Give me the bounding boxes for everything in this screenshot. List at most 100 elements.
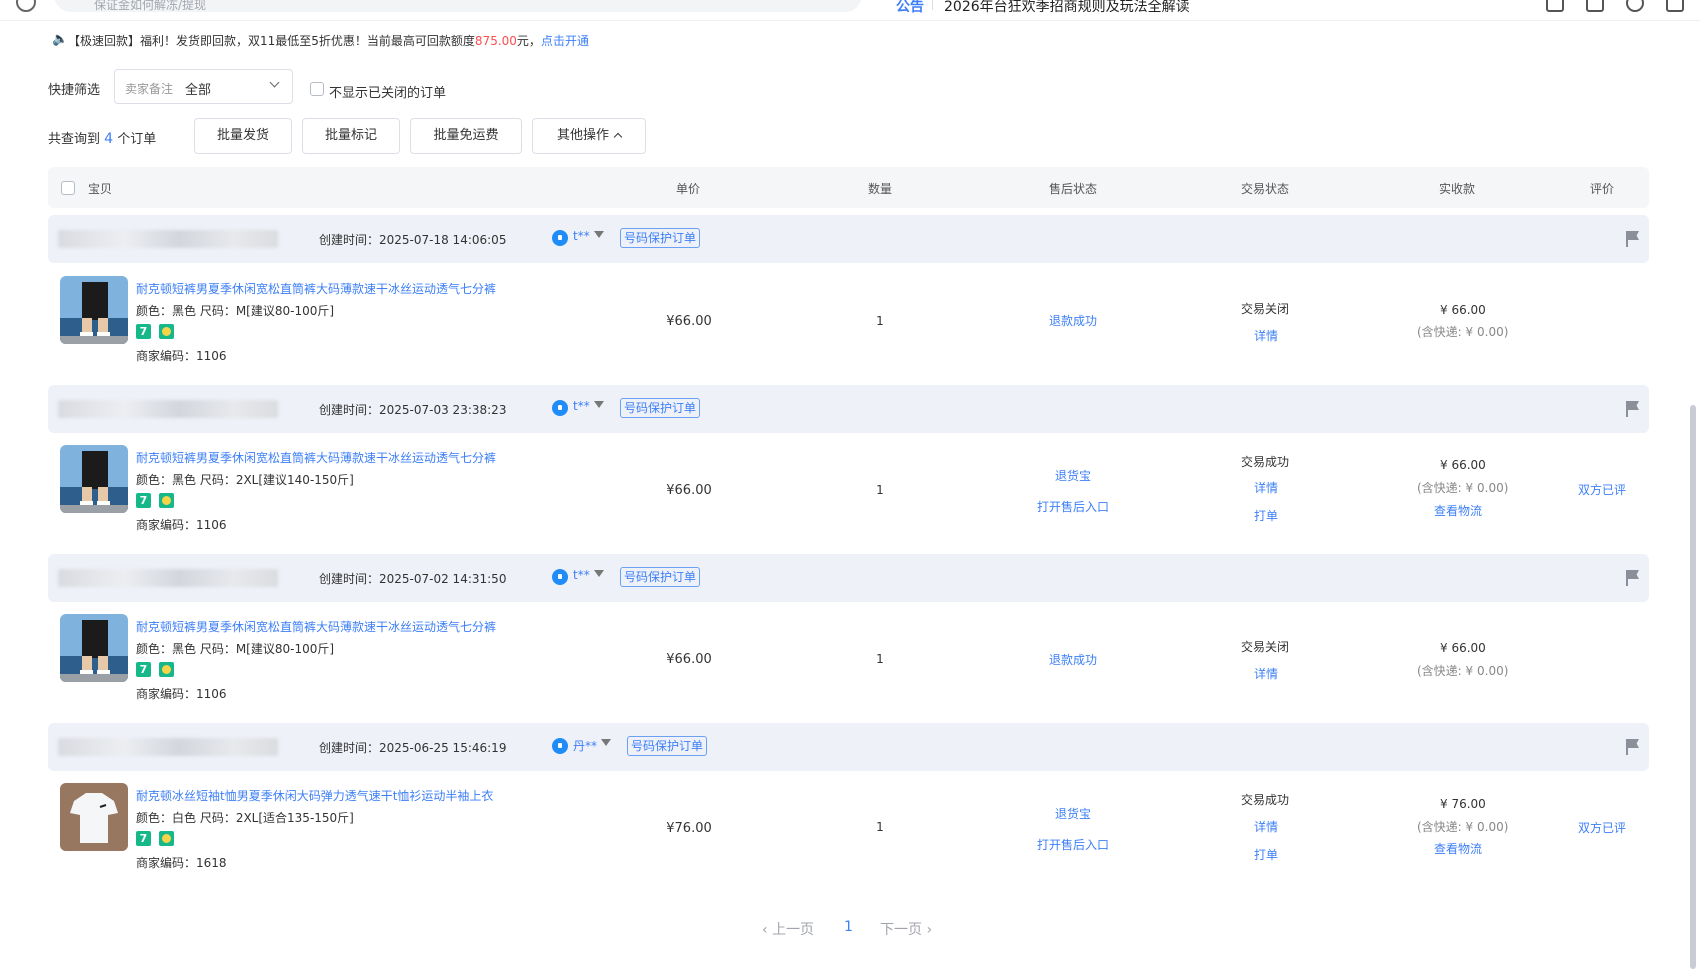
quantity: 1 [876, 820, 884, 834]
return-insurance-link[interactable]: 退货宝 [1055, 805, 1091, 822]
flag-icon[interactable] [1626, 231, 1639, 247]
notice-unit: 元， [516, 34, 541, 48]
product-code: 商家编码：1106 [136, 349, 227, 363]
product-spec: 颜色：白色 尺码：2XL[适合135-150斤] [136, 811, 354, 825]
search-input[interactable]: 保证金如何解冻/提现 [54, 0, 862, 12]
activate-link[interactable]: 点击开通 [541, 34, 589, 48]
received-amount: ¥ 66.00 [1440, 641, 1486, 655]
notice-text: 【极速回款】福利！发货即回款，双11最低至5折优惠！当前最高可回款额度 [68, 34, 475, 48]
order-header: 创建时间：2025-07-03 23:38:23 t** 号码保护订单 [48, 385, 1649, 433]
prev-page-button[interactable]: ‹ 上一页 [762, 919, 814, 939]
seven-day-return-icon: 7 [136, 493, 151, 508]
open-after-sale-link[interactable]: 打开售后入口 [1037, 498, 1109, 515]
review-status-link[interactable]: 双方已评 [1578, 819, 1626, 836]
next-page-label: 下一页 [880, 922, 922, 938]
order-id-masked [58, 230, 278, 248]
detail-link[interactable]: 详情 [1254, 818, 1278, 835]
filter-icon[interactable] [594, 401, 604, 408]
view-logistics-link[interactable]: 查看物流 [1434, 840, 1482, 857]
received-amount: ¥ 76.00 [1440, 797, 1486, 811]
product-title[interactable]: 耐克顿冰丝短袖t恤男夏季休闲大码弹力透气速干t恤衫运动半袖上衣 [136, 787, 493, 804]
batch-mark-button[interactable]: 批量标记 [302, 118, 400, 154]
refund-success-link[interactable]: 退款成功 [1049, 312, 1097, 329]
chat-icon[interactable] [552, 230, 568, 246]
received-amount: ¥ 66.00 [1440, 458, 1486, 472]
news-headline[interactable]: 2026年台狂欢季招商规则及玩法全解读 [944, 0, 1190, 16]
chevron-down-icon [269, 77, 280, 88]
print-label-link[interactable]: 打单 [1254, 507, 1278, 524]
product-title[interactable]: 耐克顿短裤男夏季休闲宽松直筒裤大码薄款速干冰丝运动透气七分裤 [136, 618, 496, 635]
notice-amount: 875.00 [474, 34, 517, 48]
order-header: 创建时间：2025-07-02 14:31:50 t** 号码保护订单 [48, 554, 1649, 602]
page-1-button[interactable]: 1 [844, 919, 853, 935]
return-insurance-link[interactable]: 退货宝 [1055, 467, 1091, 484]
seven-day-return-icon: 7 [136, 324, 151, 339]
created-time: 创建时间：2025-07-18 14:06:05 [319, 233, 507, 247]
detail-link[interactable]: 详情 [1254, 479, 1278, 496]
next-page-button[interactable]: 下一页 › [880, 919, 932, 939]
filter-icon[interactable] [594, 570, 604, 577]
message-icon[interactable] [1666, 0, 1684, 12]
review-status-link[interactable]: 双方已评 [1578, 481, 1626, 498]
detail-link[interactable]: 详情 [1254, 327, 1278, 344]
view-logistics-link[interactable]: 查看物流 [1434, 502, 1482, 519]
refund-success-link[interactable]: 退款成功 [1049, 651, 1097, 668]
trade-status: 交易关闭 [1241, 640, 1290, 654]
hide-closed-checkbox[interactable] [310, 82, 324, 96]
flag-icon[interactable] [1626, 401, 1639, 417]
hide-closed-label[interactable]: 不显示已关闭的订单 [329, 82, 446, 101]
detail-link[interactable]: 详情 [1254, 665, 1278, 682]
chat-icon[interactable] [552, 569, 568, 585]
flag-icon[interactable] [1626, 570, 1639, 586]
seller-note-select[interactable]: 卖家备注 全部 [114, 69, 293, 104]
buyer-name[interactable]: t** [573, 568, 590, 582]
product-title[interactable]: 耐克顿短裤男夏季休闲宽松直筒裤大码薄款速干冰丝运动透气七分裤 [136, 449, 496, 466]
privacy-protect-badge: 号码保护订单 [620, 398, 701, 418]
product-code: 商家编码：1106 [136, 687, 227, 701]
received-amount: ¥ 66.00 [1440, 303, 1486, 317]
search-placeholder: 保证金如何解冻/提现 [94, 0, 207, 12]
guarantee-icon [159, 324, 174, 339]
batch-free-shipping-button[interactable]: 批量免运费 [410, 118, 522, 154]
chevron-up-icon [613, 132, 623, 142]
print-label-link[interactable]: 打单 [1254, 846, 1278, 863]
product-code: 商家编码：1106 [136, 518, 227, 532]
select-all-checkbox[interactable] [61, 181, 75, 195]
order-id-masked [58, 738, 278, 756]
batch-ship-button[interactable]: 批量发货 [194, 118, 292, 154]
more-actions-button[interactable]: 其他操作 [532, 118, 646, 154]
open-after-sale-link[interactable]: 打开售后入口 [1037, 836, 1109, 853]
unit-price: ¥76.00 [666, 821, 712, 836]
order-id-masked [58, 569, 278, 587]
buyer-name[interactable]: t** [573, 229, 590, 243]
chat-icon[interactable] [552, 400, 568, 416]
news-divider [932, 0, 933, 10]
trade-status: 交易关闭 [1241, 302, 1290, 316]
product-thumbnail[interactable] [60, 783, 128, 851]
product-thumbnail[interactable] [60, 614, 128, 682]
col-unit-price: 单价 [676, 182, 701, 196]
filter-icon[interactable] [601, 739, 611, 746]
buyer-name[interactable]: t** [573, 399, 590, 413]
filter-icon[interactable] [594, 231, 604, 238]
quantity: 1 [876, 652, 884, 666]
product-title[interactable]: 耐克顿短裤男夏季休闲宽松直筒裤大码薄款速干冰丝运动透气七分裤 [136, 280, 496, 297]
col-after-sale: 售后状态 [1049, 182, 1098, 196]
flag-icon[interactable] [1626, 739, 1639, 755]
product-spec: 颜色：黑色 尺码：M[建议80-100斤] [136, 642, 335, 656]
product-thumbnail[interactable] [60, 445, 128, 513]
scrollbar-thumb[interactable] [1690, 405, 1696, 969]
order-header: 创建时间：2025-06-25 15:46:19 丹** 号码保护订单 [48, 723, 1649, 771]
order-header: 创建时间：2025-07-18 14:06:05 t** 号码保护订单 [48, 215, 1649, 263]
created-time: 创建时间：2025-07-03 23:38:23 [319, 403, 507, 417]
chat-icon[interactable] [552, 738, 568, 754]
privacy-protect-badge: 号码保护订单 [627, 736, 708, 756]
star-icon[interactable] [1546, 0, 1564, 12]
news-tag: 公告 [896, 0, 924, 15]
product-thumbnail[interactable] [60, 276, 128, 344]
speaker-icon: 🔈 [52, 32, 69, 47]
file-icon[interactable] [1586, 0, 1604, 12]
count-prefix: 共查询到 [48, 132, 101, 147]
buyer-name[interactable]: 丹** [573, 737, 597, 754]
order-id-masked [58, 400, 278, 418]
